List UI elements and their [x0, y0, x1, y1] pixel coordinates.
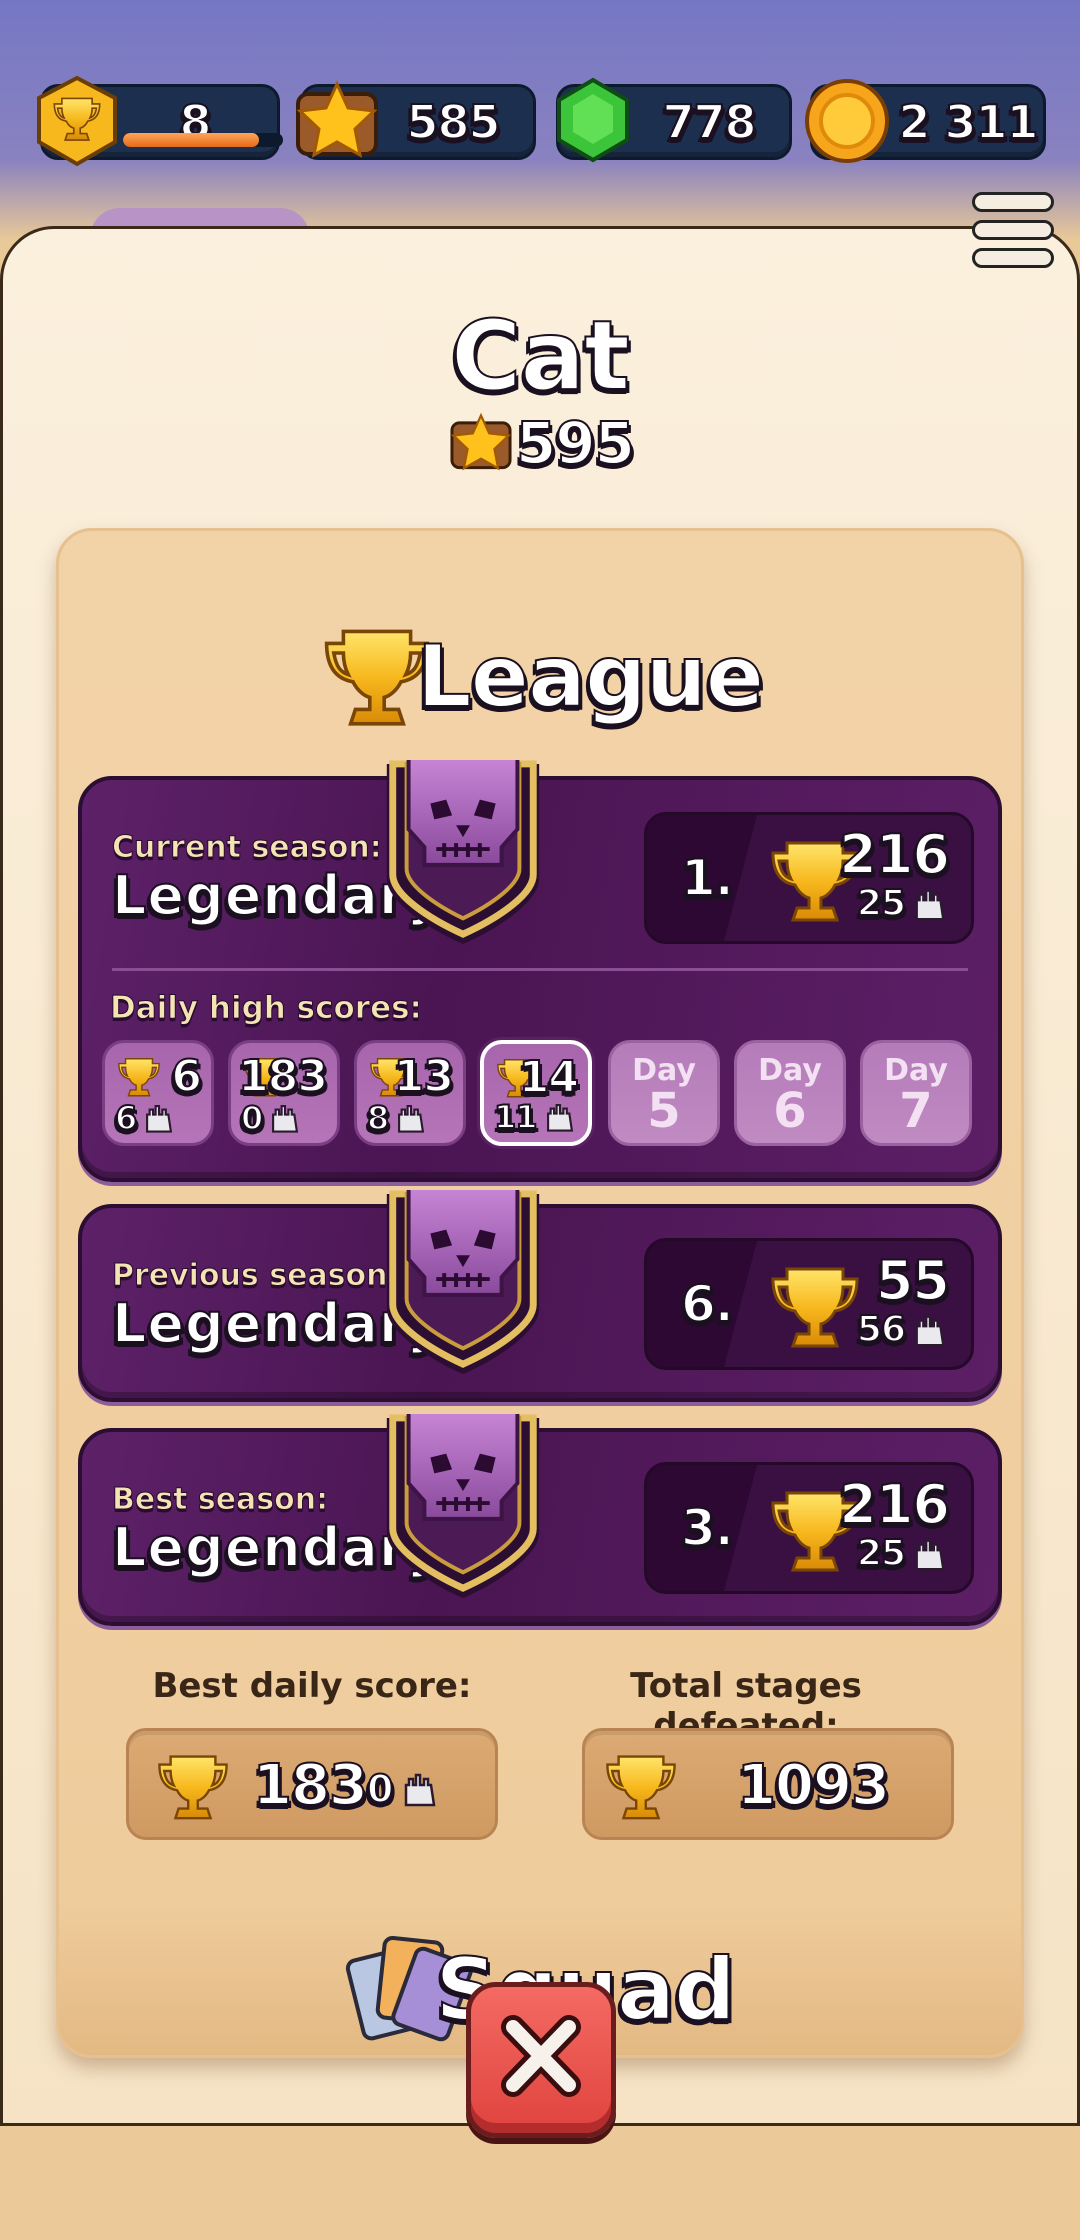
- legendary-skull-shield-icon: [378, 1414, 548, 1602]
- menu-bar-icon: [972, 248, 1054, 268]
- trophy-icon: [765, 1257, 865, 1357]
- stage-icon: [911, 1311, 949, 1349]
- total-stages-value: 1093: [736, 1752, 891, 1819]
- current-rank-box: 1. 216 25: [644, 812, 974, 944]
- daily-score-day-4[interactable]: 14 11: [480, 1040, 592, 1146]
- previous-cups: 55: [875, 1248, 951, 1313]
- legendary-skull-shield-icon: [378, 1190, 548, 1378]
- current-stages-value: 25: [856, 882, 907, 925]
- menu-bar-icon: [972, 192, 1054, 212]
- current-stages: 25: [856, 882, 949, 925]
- previous-season-label: Previous season:: [112, 1258, 401, 1294]
- total-stages-box: 1093: [582, 1728, 954, 1840]
- current-position: 1.: [680, 848, 735, 908]
- daily-score-day-2[interactable]: 183 0: [228, 1040, 340, 1146]
- stage-icon: [268, 1101, 302, 1135]
- day-stages: 0: [240, 1098, 264, 1138]
- trophy-icon: [601, 1747, 681, 1827]
- legendary-skull-shield-icon: [378, 760, 548, 948]
- player-name: Cat: [450, 299, 631, 413]
- day-stages: 6: [114, 1098, 138, 1138]
- gem-icon: [557, 77, 629, 163]
- menu-bar-icon: [972, 220, 1054, 240]
- best-cups: 216: [838, 1472, 951, 1537]
- best-daily-score-box: 183 0: [126, 1728, 498, 1840]
- gems-count: 778: [661, 94, 757, 150]
- stage-icon: [142, 1101, 176, 1135]
- day-cups: 13: [393, 1050, 455, 1103]
- day-cups: 183: [237, 1050, 329, 1103]
- player-xp: 595: [0, 408, 1080, 478]
- league-title: League: [0, 612, 1080, 742]
- current-cups: 216: [838, 822, 951, 887]
- stage-icon: [400, 1769, 440, 1809]
- best-rank-box: 3. 216 25: [644, 1462, 974, 1594]
- daily-score-day-3[interactable]: 13 8: [354, 1040, 466, 1146]
- best-position: 3.: [680, 1498, 735, 1558]
- menu-button[interactable]: [972, 192, 1054, 268]
- player-xp-value: 595: [515, 408, 636, 478]
- day-locked-number: 6: [773, 1083, 807, 1139]
- trophy-progress-bar: [123, 133, 283, 147]
- daily-scores-label: Daily high scores:: [110, 990, 423, 1027]
- day-stages: 11: [493, 1097, 538, 1137]
- star-icon: [450, 412, 512, 471]
- previous-position: 6.: [680, 1274, 735, 1334]
- day-locked-number: 7: [899, 1083, 933, 1139]
- star-icon: [296, 80, 378, 158]
- best-stages: 25: [856, 1532, 949, 1575]
- stage-icon: [543, 1100, 577, 1134]
- daily-score-day-6: Day 6: [734, 1040, 846, 1146]
- stage-icon: [911, 885, 949, 923]
- best-daily-score-label: Best daily score:: [152, 1666, 472, 1706]
- current-season-label: Current season:: [112, 830, 383, 866]
- league-title-text: League: [416, 626, 765, 728]
- trophy-icon: [153, 1747, 233, 1827]
- daily-score-day-7: Day 7: [860, 1040, 972, 1146]
- currency-bar: 8 585 778 2 311: [0, 75, 1080, 167]
- coin-icon: [805, 79, 889, 163]
- close-icon: [501, 2015, 581, 2097]
- best-season-label: Best season:: [111, 1482, 329, 1518]
- stage-icon: [394, 1101, 428, 1135]
- trophy-icon: [115, 1053, 163, 1101]
- coins-count: 2 311: [897, 94, 1039, 150]
- stars-count: 585: [405, 94, 501, 150]
- day-locked-number: 5: [647, 1083, 681, 1139]
- previous-stages: 56: [856, 1308, 949, 1351]
- day-stages: 8: [366, 1098, 390, 1138]
- trophy-badge-icon: [37, 75, 117, 167]
- previous-stages-value: 56: [856, 1308, 907, 1351]
- best-daily-stages: 0: [366, 1766, 395, 1812]
- best-daily-cups: 183: [252, 1752, 369, 1819]
- close-button[interactable]: [466, 1982, 616, 2138]
- day-cups: 14: [518, 1051, 580, 1104]
- previous-rank-box: 6. 55 56: [644, 1238, 974, 1370]
- day-cups: 6: [170, 1050, 203, 1103]
- stage-icon: [911, 1535, 949, 1573]
- daily-score-day-1[interactable]: 6 6: [102, 1040, 214, 1146]
- best-stages-value: 25: [856, 1532, 907, 1575]
- daily-score-day-5: Day 5: [608, 1040, 720, 1146]
